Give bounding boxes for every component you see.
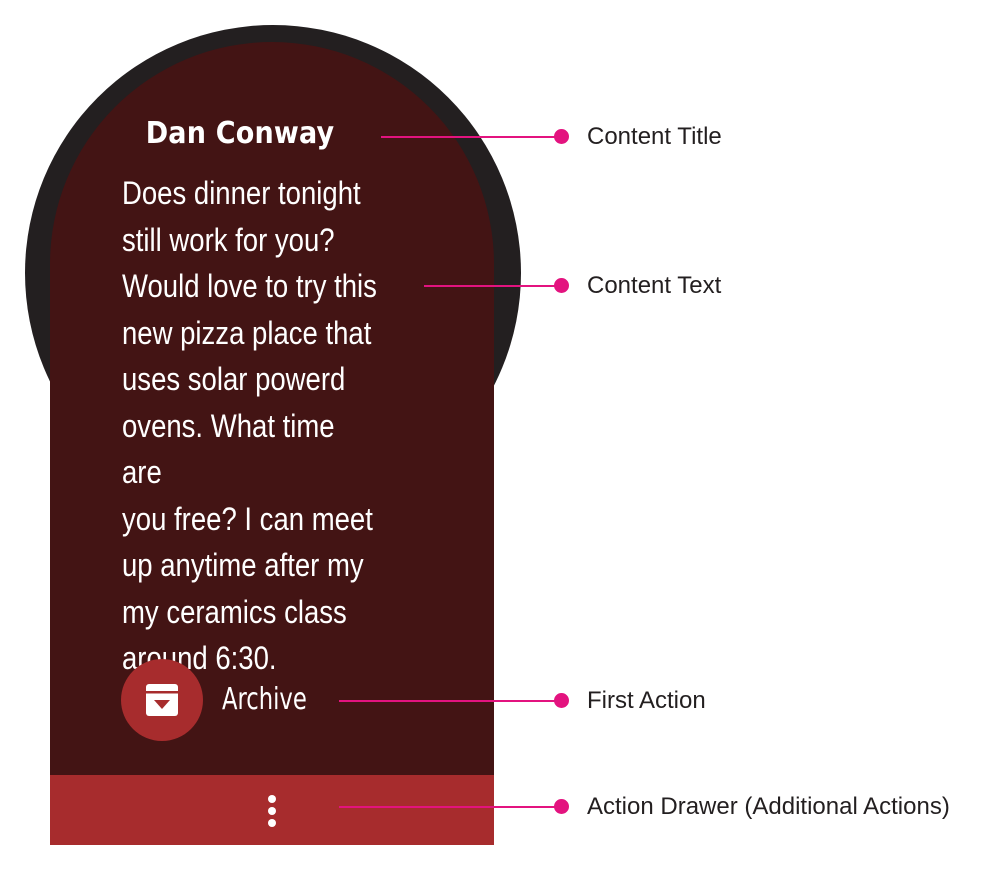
first-action-label[interactable]: Archive xyxy=(222,680,307,720)
notification-card[interactable]: Dan Conway Does dinner tonight still wor… xyxy=(50,42,494,845)
more-vert-icon xyxy=(266,795,278,827)
callout-label-action-drawer: Action Drawer (Additional Actions) xyxy=(587,793,950,820)
callout-label-content-text: Content Text xyxy=(587,272,722,299)
callout-label-content-title: Content Title xyxy=(587,123,722,150)
callout-dot-first-action xyxy=(554,693,569,708)
callout-dot-content-title xyxy=(554,129,569,144)
callout-dot-action-drawer xyxy=(554,799,569,814)
callout-line-content-text xyxy=(424,285,561,287)
content-title: Dan Conway xyxy=(145,116,335,151)
callout-label-first-action: First Action xyxy=(587,687,706,714)
archive-icon xyxy=(146,684,178,716)
action-drawer[interactable] xyxy=(50,775,494,845)
callout-line-action-drawer xyxy=(339,806,561,808)
callout-dot-content-text xyxy=(554,278,569,293)
archive-button[interactable] xyxy=(121,659,203,741)
callout-line-content-title xyxy=(381,136,561,138)
content-text: Does dinner tonight still work for you? … xyxy=(122,175,377,676)
callout-line-first-action xyxy=(339,700,561,702)
